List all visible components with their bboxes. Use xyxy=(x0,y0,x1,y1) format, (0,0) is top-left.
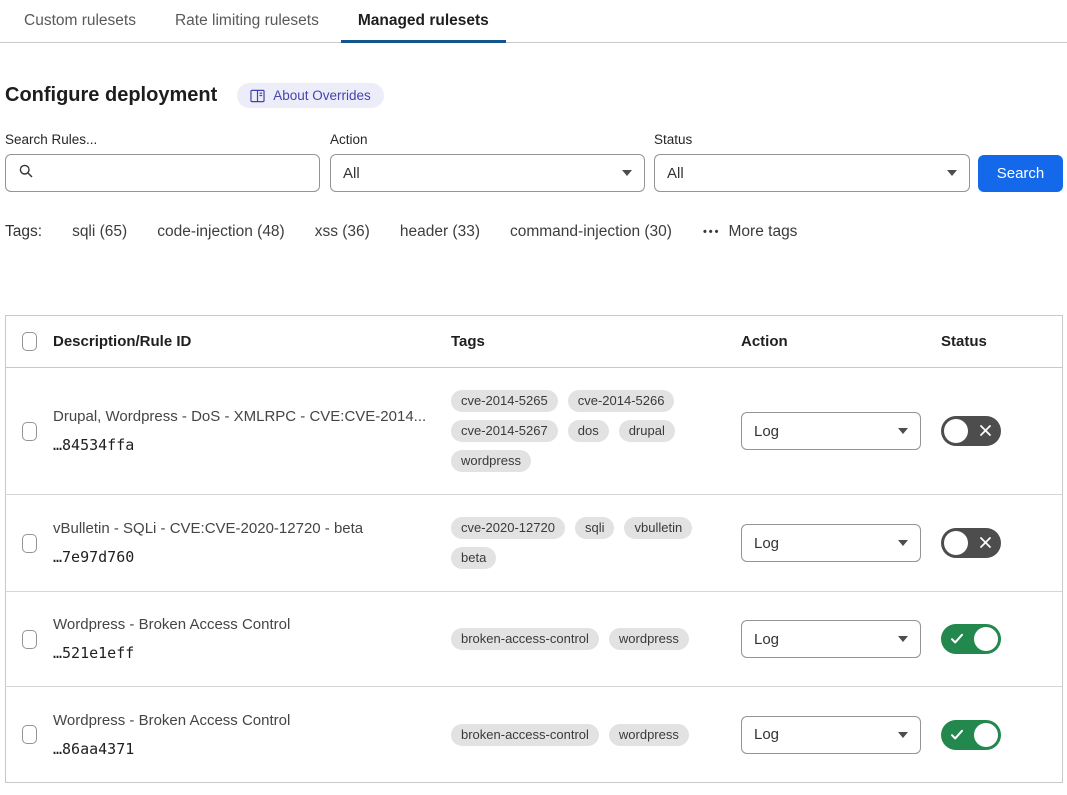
tab-managed-rulesets[interactable]: Managed rulesets xyxy=(341,0,506,42)
tag-pill: beta xyxy=(451,547,496,569)
rule-id: …86aa4371 xyxy=(53,738,427,760)
tag-pill: dos xyxy=(568,420,609,442)
search-icon xyxy=(18,163,34,183)
filters-row: Search Rules... Action All Status xyxy=(5,132,1063,192)
ruleset-tabbar: Custom rulesets Rate limiting rulesets M… xyxy=(0,0,1067,43)
chevron-down-icon xyxy=(898,540,908,546)
toggle-knob xyxy=(944,419,968,443)
status-toggle[interactable] xyxy=(941,624,1001,654)
tag-pill: cve-2014-5265 xyxy=(451,390,558,412)
book-icon xyxy=(250,89,265,103)
status-filter-label: Status xyxy=(654,132,970,147)
tag-pill: wordpress xyxy=(609,724,689,746)
check-icon xyxy=(950,632,964,645)
chevron-down-icon xyxy=(947,170,957,176)
action-filter-label: Action xyxy=(330,132,645,147)
search-button[interactable]: Search xyxy=(978,155,1063,192)
rule-action-select[interactable]: Log xyxy=(741,620,921,658)
tag-filter-command-injection[interactable]: command-injection (30) xyxy=(510,223,672,241)
tab-rate-limiting-rulesets[interactable]: Rate limiting rulesets xyxy=(158,0,336,42)
search-rules-label: Search Rules... xyxy=(5,132,320,147)
toggle-knob xyxy=(974,627,998,651)
column-header-action: Action xyxy=(741,333,941,350)
chevron-down-icon xyxy=(898,636,908,642)
tag-list: broken-access-control wordpress xyxy=(451,628,725,650)
x-icon xyxy=(979,424,992,437)
tag-pill: wordpress xyxy=(451,450,531,472)
heading-row: Configure deployment About Overrides xyxy=(5,83,1063,108)
row-checkbox[interactable] xyxy=(22,534,37,553)
about-overrides-label: About Overrides xyxy=(273,88,371,103)
table-row: Drupal, Wordpress - DoS - XMLRPC - CVE:C… xyxy=(6,368,1062,495)
rule-action-select[interactable]: Log xyxy=(741,716,921,754)
status-toggle[interactable] xyxy=(941,528,1001,558)
rule-action-select[interactable]: Log xyxy=(741,524,921,562)
rule-id: …7e97d760 xyxy=(53,546,427,568)
tag-pill: wordpress xyxy=(609,628,689,650)
rule-action-value: Log xyxy=(754,423,779,440)
chevron-down-icon xyxy=(898,428,908,434)
table-row: vBulletin - SQLi - CVE:CVE-2020-12720 - … xyxy=(6,495,1062,592)
table-row: Wordpress - Broken Access Control …86aa4… xyxy=(6,687,1062,782)
tag-filter-header[interactable]: header (33) xyxy=(400,223,480,241)
tag-pill: cve-2014-5267 xyxy=(451,420,558,442)
search-rules-input[interactable] xyxy=(43,164,307,183)
more-tags-button[interactable]: ••• More tags xyxy=(703,223,797,241)
rule-description: Wordpress - Broken Access Control xyxy=(53,614,427,636)
rule-action-value: Log xyxy=(754,726,779,743)
row-checkbox[interactable] xyxy=(22,630,37,649)
table-row: Wordpress - Broken Access Control …521e1… xyxy=(6,592,1062,687)
tags-bar: Tags: sqli (65) code-injection (48) xss … xyxy=(5,223,1063,241)
tab-custom-rulesets[interactable]: Custom rulesets xyxy=(7,0,153,42)
rule-action-value: Log xyxy=(754,631,779,648)
rule-description: Drupal, Wordpress - DoS - XMLRPC - CVE:C… xyxy=(53,406,427,428)
tag-filter-xss[interactable]: xss (36) xyxy=(315,223,370,241)
action-filter-select[interactable]: All xyxy=(330,154,645,192)
tag-pill: broken-access-control xyxy=(451,628,599,650)
tag-list: broken-access-control wordpress xyxy=(451,724,725,746)
column-header-status: Status xyxy=(941,333,1062,350)
tag-pill: sqli xyxy=(575,517,615,539)
toggle-knob xyxy=(974,723,998,747)
toggle-knob xyxy=(944,531,968,555)
column-header-description: Description/Rule ID xyxy=(53,333,451,350)
tag-list: cve-2020-12720 sqli vbulletin beta xyxy=(451,517,725,569)
about-overrides-badge[interactable]: About Overrides xyxy=(237,83,384,108)
rule-action-select[interactable]: Log xyxy=(741,412,921,450)
row-checkbox[interactable] xyxy=(22,725,37,744)
tag-pill: cve-2014-5266 xyxy=(568,390,675,412)
status-filter-value: All xyxy=(667,165,684,182)
rule-description: Wordpress - Broken Access Control xyxy=(53,710,427,732)
x-icon xyxy=(979,536,992,549)
column-header-tags: Tags xyxy=(451,333,741,350)
rule-id: …521e1eff xyxy=(53,642,427,664)
more-tags-label: More tags xyxy=(729,223,798,241)
table-body: Drupal, Wordpress - DoS - XMLRPC - CVE:C… xyxy=(6,368,1062,782)
tag-pill: drupal xyxy=(619,420,675,442)
tags-bar-label: Tags: xyxy=(5,223,42,241)
action-filter-value: All xyxy=(343,165,360,182)
rule-id: …84534ffa xyxy=(53,434,427,456)
page-title: Configure deployment xyxy=(5,84,217,107)
status-toggle[interactable] xyxy=(941,416,1001,446)
row-checkbox[interactable] xyxy=(22,422,37,441)
ellipsis-icon: ••• xyxy=(703,226,721,238)
tag-filter-code-injection[interactable]: code-injection (48) xyxy=(157,223,285,241)
select-all-checkbox[interactable] xyxy=(22,332,37,351)
tag-pill: vbulletin xyxy=(624,517,692,539)
rule-description: vBulletin - SQLi - CVE:CVE-2020-12720 - … xyxy=(53,518,427,540)
status-toggle[interactable] xyxy=(941,720,1001,750)
search-rules-field[interactable] xyxy=(5,154,320,192)
chevron-down-icon xyxy=(622,170,632,176)
tag-filter-sqli[interactable]: sqli (65) xyxy=(72,223,127,241)
tag-pill: broken-access-control xyxy=(451,724,599,746)
tag-list: cve-2014-5265 cve-2014-5266 cve-2014-5267 d… xyxy=(451,390,725,472)
tag-pill: cve-2020-12720 xyxy=(451,517,565,539)
rule-action-value: Log xyxy=(754,535,779,552)
status-filter-select[interactable]: All xyxy=(654,154,970,192)
table-header: Description/Rule ID Tags Action Status xyxy=(6,316,1062,368)
rules-table: Description/Rule ID Tags Action Status D… xyxy=(5,315,1063,783)
check-icon xyxy=(950,728,964,741)
chevron-down-icon xyxy=(898,732,908,738)
